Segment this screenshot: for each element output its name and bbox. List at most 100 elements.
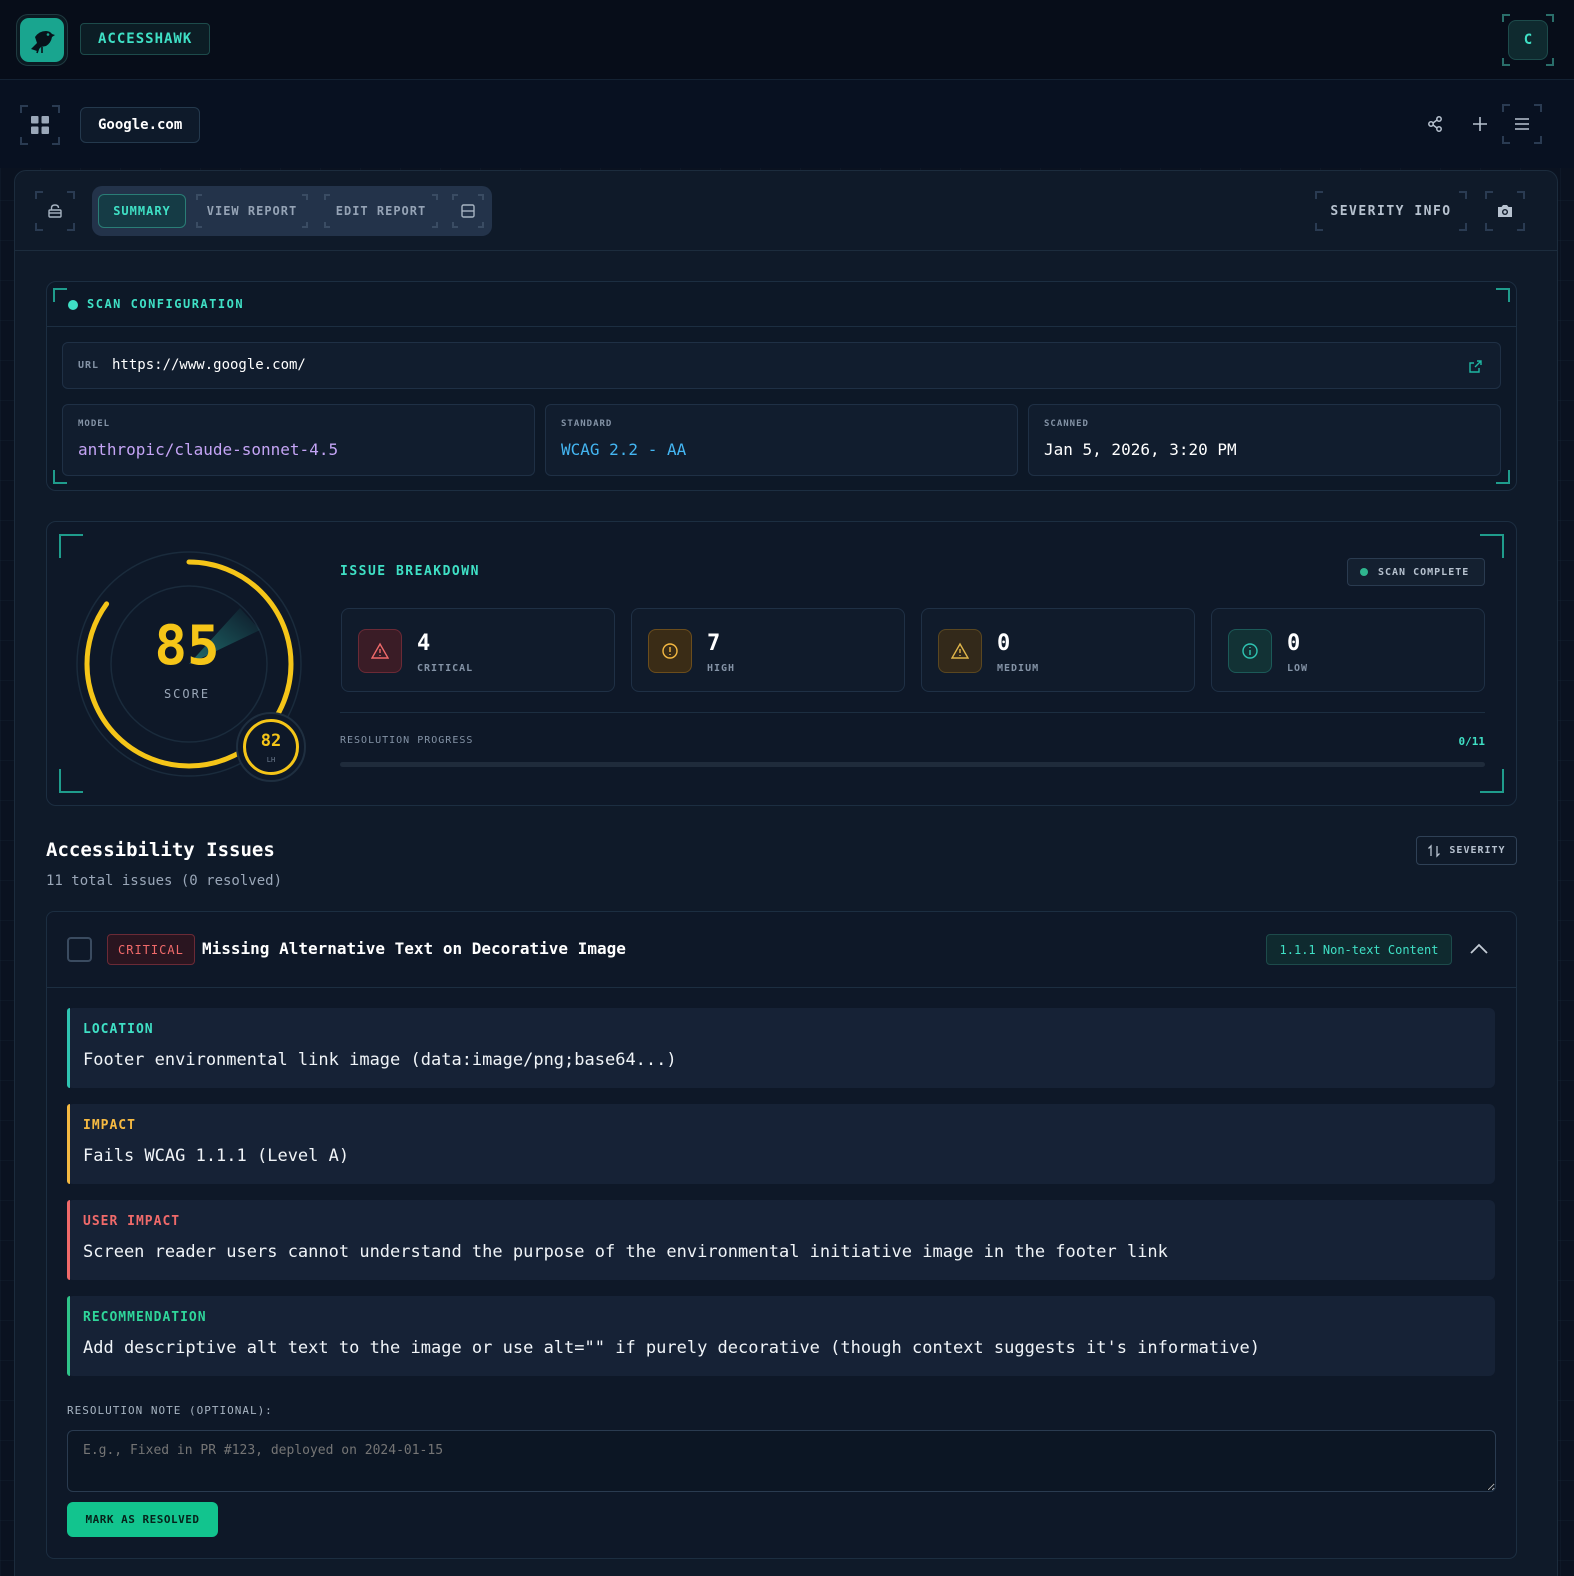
- scan-config-title: SCAN CONFIGURATION: [87, 297, 245, 311]
- user-impact-text: Screen reader users cannot understand th…: [83, 1242, 1168, 1262]
- tab-group: SUMMARY VIEW REPORT EDIT REPORT: [92, 186, 492, 236]
- tab-edit-report-label: EDIT REPORT: [335, 204, 427, 218]
- critical-label: CRITICAL: [417, 663, 474, 674]
- url-label: URL: [78, 360, 100, 371]
- medium-count-card: 0 MEDIUM: [921, 608, 1195, 692]
- high-count-card: 7 HIGH: [631, 608, 905, 692]
- severity-info-label: SEVERITY INFO: [1330, 203, 1452, 219]
- status-dot: [68, 300, 78, 310]
- recommendation-text: Add descriptive alt text to the image or…: [83, 1338, 1261, 1358]
- layout-icon: [461, 204, 475, 218]
- medium-label: MEDIUM: [997, 663, 1040, 674]
- user-menu[interactable]: C: [1502, 14, 1554, 66]
- standard-label: STANDARD: [561, 419, 613, 429]
- plus-icon: [1473, 117, 1487, 131]
- tab-view-report-label: VIEW REPORT: [206, 204, 298, 218]
- scanned-value: Jan 5, 2026, 3:20 PM: [1044, 440, 1237, 459]
- critical-count-card: 4 CRITICAL: [341, 608, 615, 692]
- user-impact-label: USER IMPACT: [83, 1214, 181, 1229]
- scan-config-header: SCAN CONFIGURATION: [47, 282, 1516, 327]
- score-label: SCORE: [163, 687, 211, 701]
- user-impact-section: USER IMPACT Screen reader users cannot u…: [67, 1200, 1495, 1280]
- impact-label: IMPACT: [83, 1118, 136, 1133]
- medium-count: 0: [997, 631, 1011, 656]
- sort-icon: [1428, 843, 1441, 858]
- tab-edit-report[interactable]: EDIT REPORT: [324, 194, 438, 228]
- low-count-card: 0 LOW: [1211, 608, 1485, 692]
- scan-status-badge: SCAN COMPLETE: [1347, 558, 1485, 586]
- url-value: https://www.google.com/: [112, 357, 306, 373]
- location-text: Footer environmental link image (data:im…: [83, 1050, 677, 1070]
- divider: [340, 712, 1485, 713]
- model-label: MODEL: [78, 419, 111, 429]
- model-value: anthropic/claude-sonnet-4.5: [78, 440, 339, 459]
- impact-text: Fails WCAG 1.1.1 (Level A): [83, 1146, 350, 1166]
- warning-triangle-icon: [358, 629, 402, 673]
- screenshot-button[interactable]: [1485, 191, 1525, 231]
- lighthouse-label: LH: [266, 756, 276, 764]
- severity-info-button[interactable]: SEVERITY INFO: [1315, 191, 1467, 231]
- menu-icon: [1515, 118, 1529, 130]
- tab-view-report[interactable]: VIEW REPORT: [196, 194, 308, 228]
- issue-checkbox[interactable]: [67, 937, 92, 962]
- progress-bar: [340, 762, 1485, 767]
- standard-field: STANDARD WCAG 2.2 - AA: [545, 404, 1018, 476]
- standard-value: WCAG 2.2 - AA: [561, 440, 687, 459]
- severity-badge: CRITICAL: [107, 934, 195, 965]
- progress-label: RESOLUTION PROGRESS: [340, 735, 474, 746]
- resolution-note-label: RESOLUTION NOTE (OPTIONAL):: [67, 1404, 273, 1417]
- add-button[interactable]: [1460, 104, 1500, 144]
- progress-value: 0/11: [1458, 735, 1486, 748]
- tab-bar: SUMMARY VIEW REPORT EDIT REPORT SEVERITY…: [15, 171, 1557, 251]
- lighthouse-score: 82: [260, 731, 282, 751]
- hawk-logo-icon: [20, 18, 64, 62]
- issue-header[interactable]: CRITICAL Missing Alternative Text on Dec…: [47, 912, 1516, 988]
- warning-triangle-icon: [938, 629, 982, 673]
- wcag-criterion-badge: 1.1.1 Non-text Content: [1266, 934, 1452, 965]
- location-label: LOCATION: [83, 1022, 154, 1037]
- impact-section: IMPACT Fails WCAG 1.1.1 (Level A): [67, 1104, 1495, 1184]
- scan-status-text: SCAN COMPLETE: [1378, 566, 1470, 578]
- lighthouse-badge: 82 LH: [236, 712, 306, 782]
- share-icon: [1428, 116, 1442, 132]
- scanned-field: SCANNED Jan 5, 2026, 3:20 PM: [1028, 404, 1501, 476]
- site-selector[interactable]: Google.com: [80, 107, 201, 143]
- tab-summary[interactable]: SUMMARY: [98, 194, 186, 228]
- avatar[interactable]: C: [1508, 20, 1548, 60]
- model-field: MODEL anthropic/claude-sonnet-4.5: [62, 404, 535, 476]
- layout-toggle-button[interactable]: [452, 194, 484, 228]
- recommendation-label: RECOMMENDATION: [83, 1310, 207, 1325]
- issues-title: Accessibility Issues: [46, 839, 275, 861]
- scan-configuration-card: SCAN CONFIGURATION URL https://www.googl…: [46, 281, 1517, 491]
- status-dot: [1360, 568, 1368, 576]
- external-link-icon[interactable]: [1468, 359, 1483, 374]
- mark-resolved-button[interactable]: MARK AS RESOLVED: [67, 1502, 218, 1537]
- share-button[interactable]: [1415, 104, 1455, 144]
- scanned-label: SCANNED: [1044, 419, 1089, 429]
- info-icon: [1228, 629, 1272, 673]
- site-bar: [0, 80, 1574, 168]
- sort-label: SEVERITY: [1449, 845, 1506, 856]
- issue-title: Missing Alternative Text on Decorative I…: [202, 939, 626, 958]
- camera-icon: [1498, 205, 1512, 217]
- chevron-up-icon[interactable]: [1469, 942, 1489, 956]
- score-value: 85: [154, 614, 220, 677]
- critical-count: 4: [417, 631, 431, 656]
- app-logo[interactable]: [16, 14, 68, 66]
- menu-button[interactable]: [1502, 104, 1542, 144]
- low-count: 0: [1287, 631, 1301, 656]
- recommendation-section: RECOMMENDATION Add descriptive alt text …: [67, 1296, 1495, 1376]
- lock-button[interactable]: [35, 191, 75, 231]
- score-breakdown-card: 85 SCORE 82 LH ISSUE BREAKDOWN SCAN COMP…: [46, 521, 1517, 806]
- top-bar: ACCESSHAWK C: [0, 0, 1574, 80]
- high-label: HIGH: [707, 663, 736, 674]
- url-field: URL https://www.google.com/: [62, 342, 1501, 389]
- sort-button[interactable]: SEVERITY: [1416, 836, 1517, 865]
- resolution-note-input[interactable]: [67, 1430, 1496, 1492]
- high-count: 7: [707, 631, 721, 656]
- alert-circle-icon: [648, 629, 692, 673]
- apps-button[interactable]: [20, 105, 60, 145]
- low-label: LOW: [1287, 663, 1309, 674]
- brand-name: ACCESSHAWK: [80, 23, 211, 55]
- issue-card: CRITICAL Missing Alternative Text on Dec…: [46, 911, 1517, 1559]
